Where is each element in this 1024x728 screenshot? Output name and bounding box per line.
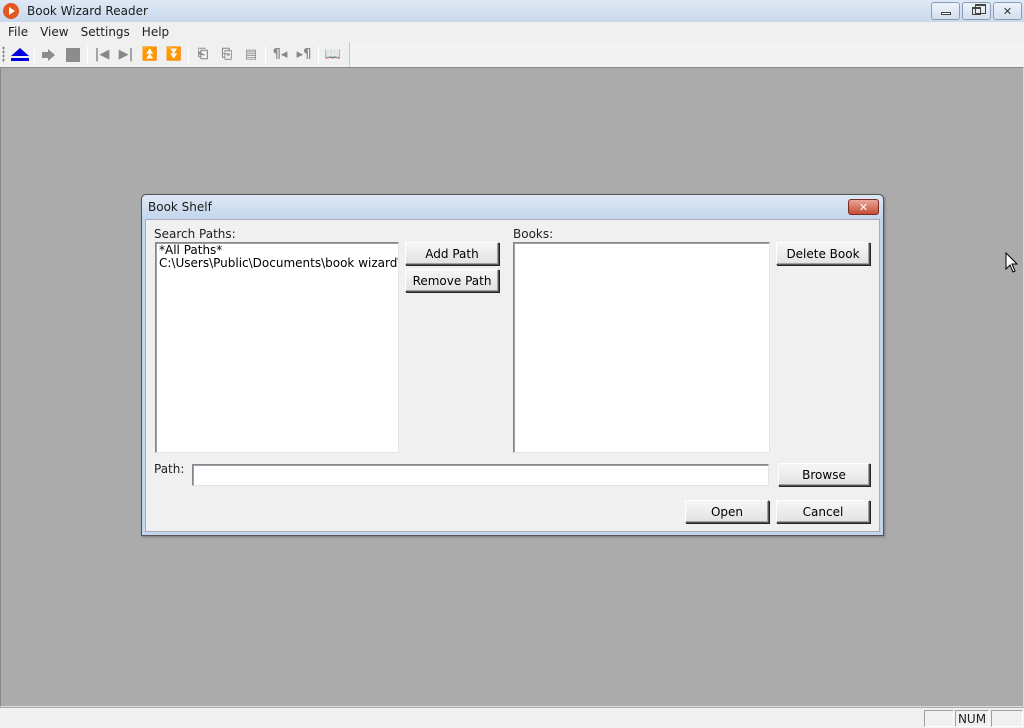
status-pane-num: NUM (955, 710, 989, 727)
page-up-button[interactable]: ⏫ (138, 44, 162, 66)
previous-paragraph-button[interactable]: ¶◂ (268, 44, 292, 66)
minimize-button[interactable] (931, 2, 960, 20)
restore-button[interactable] (962, 2, 991, 20)
next-bookmark-icon: ⎘ (221, 47, 233, 62)
app-logo-icon (3, 3, 19, 19)
search-paths-label: Search Paths: (154, 227, 236, 241)
minimize-icon (940, 11, 951, 15)
play-icon (42, 48, 56, 61)
page-down-icon: ⏬ (165, 47, 183, 62)
play-button[interactable] (37, 44, 61, 66)
cancel-button[interactable]: Cancel (776, 500, 870, 523)
dialog-close-button[interactable]: ✕ (848, 199, 879, 215)
previous-paragraph-icon: ¶◂ (272, 47, 288, 62)
first-page-icon: |◀ (94, 47, 110, 62)
close-icon: ✕ (1002, 4, 1013, 18)
books-label: Books: (513, 227, 554, 241)
book-shelf-dialog: Book Shelf ✕ Search Paths: *All Paths* C… (141, 194, 884, 536)
menu-bar: File View Settings Help (0, 22, 1024, 42)
next-bookmark-button[interactable]: ⎘ (215, 44, 239, 66)
previous-bookmark-button[interactable]: ⎗ (191, 44, 215, 66)
browse-button[interactable]: Browse (778, 463, 870, 486)
toolbar-separator (265, 45, 266, 64)
dialog-title-bar[interactable]: Book Shelf ✕ (142, 195, 883, 219)
toolbar-separator (87, 45, 88, 64)
add-path-button[interactable]: Add Path (405, 242, 499, 265)
stop-button[interactable] (61, 44, 85, 66)
path-input[interactable] (192, 464, 769, 486)
status-pane-caps (924, 710, 954, 727)
eject-icon (10, 47, 30, 62)
menu-view[interactable]: View (34, 25, 74, 39)
list-item[interactable]: C:\Users\Public\Documents\book wizard\ (156, 257, 398, 270)
dialog-body: Search Paths: *All Paths* C:\Users\Publi… (145, 219, 880, 532)
page-down-button[interactable]: ⏬ (162, 44, 186, 66)
search-paths-list[interactable]: *All Paths* C:\Users\Public\Documents\bo… (155, 242, 399, 453)
next-paragraph-button[interactable]: ▸¶ (292, 44, 316, 66)
dialog-title: Book Shelf (148, 200, 212, 214)
menu-help[interactable]: Help (136, 25, 175, 39)
last-page-button[interactable]: ▶| (114, 44, 138, 66)
path-label: Path: (154, 462, 185, 476)
eject-button[interactable] (8, 44, 32, 66)
close-button[interactable]: ✕ (993, 2, 1022, 20)
close-icon: ✕ (858, 200, 869, 214)
toolbar-separator (318, 45, 319, 64)
stop-icon (66, 47, 80, 62)
toolbar-separator (34, 45, 35, 64)
remove-path-button[interactable]: Remove Path (405, 269, 499, 292)
last-page-icon: ▶| (118, 47, 134, 62)
delete-book-button[interactable]: Delete Book (776, 242, 870, 265)
next-paragraph-icon: ▸¶ (296, 47, 312, 62)
status-bar: NUM (0, 708, 1024, 728)
toolbar-separator (188, 45, 189, 64)
menu-settings[interactable]: Settings (75, 25, 136, 39)
window-title: Book Wizard Reader (27, 4, 148, 18)
page-up-icon: ⏫ (141, 47, 159, 62)
document-button[interactable]: ▤ (239, 44, 263, 66)
window-controls: ✕ (931, 2, 1022, 20)
toolbar-grip[interactable] (2, 46, 5, 63)
open-button[interactable]: Open (685, 500, 769, 523)
mouse-cursor-icon (1005, 252, 1019, 273)
books-list[interactable] (513, 242, 770, 453)
book-help-icon: 📖 (324, 47, 342, 62)
previous-bookmark-icon: ⎗ (197, 47, 209, 62)
list-item[interactable]: *All Paths* (156, 244, 398, 257)
document-icon: ▤ (244, 47, 258, 62)
status-pane-scroll (991, 710, 1023, 727)
menu-file[interactable]: File (2, 25, 34, 39)
restore-icon (972, 4, 986, 15)
toolbar: |◀ ▶| ⏫ ⏬ ⎗ ⎘ ▤ ¶◂ ▸¶ 📖 (0, 42, 350, 67)
toolbar-background (350, 42, 1024, 67)
first-page-button[interactable]: |◀ (90, 44, 114, 66)
book-help-button[interactable]: 📖 (321, 44, 345, 66)
title-bar: Book Wizard Reader ✕ (0, 0, 1024, 22)
